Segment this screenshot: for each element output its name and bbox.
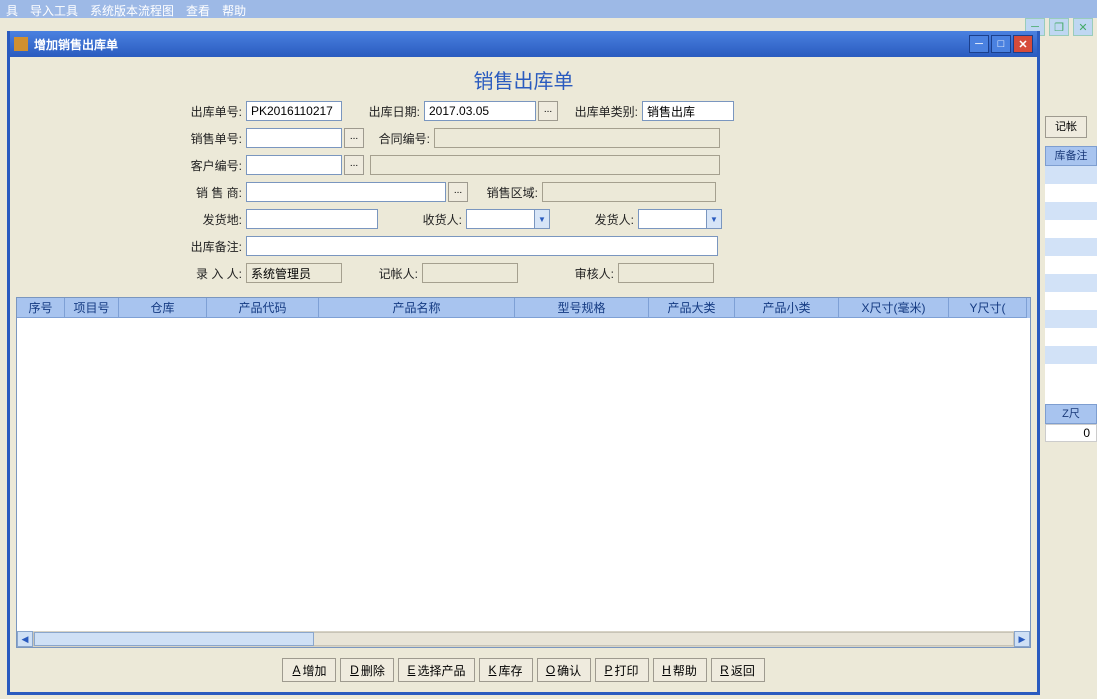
menu-item[interactable]: 导入工具 <box>30 2 78 16</box>
sender-input[interactable] <box>638 209 706 229</box>
footer-button-e[interactable]: E 选择产品 <box>398 658 474 682</box>
footer-button-d[interactable]: D 删除 <box>340 658 394 682</box>
footer-button-k[interactable]: K 库存 <box>479 658 533 682</box>
contract-label: 合同编号: <box>370 130 430 147</box>
sender-combo[interactable]: ▼ <box>638 209 722 229</box>
sale-no-label: 销售单号: <box>182 130 242 147</box>
out-no-label: 出库单号: <box>182 103 242 120</box>
auditor-field <box>618 263 714 283</box>
grid-header-cell[interactable]: Y尺寸( <box>949 298 1027 318</box>
contract-field <box>434 128 720 148</box>
menu-item[interactable]: 帮助 <box>222 2 246 16</box>
vendor-field[interactable] <box>246 182 446 202</box>
entry-user-label: 录 入 人: <box>182 265 242 282</box>
scroll-thumb[interactable] <box>34 632 314 646</box>
app-icon <box>14 37 28 51</box>
close-button[interactable]: ✕ <box>1013 35 1033 53</box>
background-panel: 记帐 库备注 Z尺 0 <box>1037 98 1097 639</box>
receiver-input[interactable] <box>466 209 534 229</box>
scroll-left-button[interactable]: ◀ <box>17 631 33 647</box>
footer-buttons: A 增加D 删除E 选择产品K 库存O 确认P 打印H 帮助R 返回 <box>16 648 1031 686</box>
menu-item[interactable]: 查看 <box>186 2 210 16</box>
grid-header-cell[interactable]: 型号规格 <box>515 298 649 318</box>
vendor-label: 销 售 商: <box>182 184 242 201</box>
date-picker-button[interactable]: ... <box>538 101 558 121</box>
cust-no-label: 客户编号: <box>182 157 242 174</box>
bg-header-cell: 库备注 <box>1045 146 1097 166</box>
footer-button-r[interactable]: R 返回 <box>711 658 765 682</box>
sales-region-field <box>542 182 716 202</box>
grid-header-cell[interactable]: 产品大类 <box>649 298 735 318</box>
bg-grid <box>1045 166 1097 439</box>
cust-no-lookup-button[interactable]: ... <box>344 155 364 175</box>
app-menubar: 具 导入工具 系统版本流程图 查看 帮助 <box>0 0 1097 18</box>
grid-header: 序号项目号仓库产品代码产品名称型号规格产品大类产品小类X尺寸(毫米)Y尺寸( <box>17 298 1030 318</box>
grid-header-cell[interactable]: 产品代码 <box>207 298 319 318</box>
accountant-field <box>422 263 518 283</box>
modal-title-text: 增加销售出库单 <box>34 36 118 53</box>
out-type-label: 出库单类别: <box>570 103 638 120</box>
footer-button-a[interactable]: A 增加 <box>282 658 336 682</box>
chevron-down-icon[interactable]: ▼ <box>706 209 722 229</box>
receiver-combo[interactable]: ▼ <box>466 209 550 229</box>
menu-item[interactable]: 系统版本流程图 <box>90 2 174 16</box>
accountant-label: 记帐人: <box>362 265 418 282</box>
bg-cell-zero: 0 <box>1045 424 1097 442</box>
sale-no-lookup-button[interactable]: ... <box>344 128 364 148</box>
grid-header-cell[interactable]: 仓库 <box>119 298 207 318</box>
grid-header-cell[interactable]: 序号 <box>17 298 65 318</box>
cust-name-field <box>370 155 720 175</box>
remark-label: 出库备注: <box>182 238 242 255</box>
modal-add-outbound: 增加销售出库单 ─ □ ✕ 销售出库单 出库单号: 出库日期: ... 出库单类… <box>7 31 1040 695</box>
sender-label: 发货人: <box>578 211 634 228</box>
scroll-track[interactable] <box>33 632 1014 646</box>
grid-header-cell[interactable]: 产品名称 <box>319 298 515 318</box>
ship-addr-field[interactable] <box>246 209 378 229</box>
outer-close-button[interactable]: ✕ <box>1073 18 1093 36</box>
cust-no-field[interactable] <box>246 155 342 175</box>
grid-header-cell[interactable]: 产品小类 <box>735 298 839 318</box>
footer-button-o[interactable]: O 确认 <box>537 658 591 682</box>
minimize-button[interactable]: ─ <box>969 35 989 53</box>
grid-header-cell[interactable]: X尺寸(毫米) <box>839 298 949 318</box>
sale-no-field[interactable] <box>246 128 342 148</box>
footer-button-h[interactable]: H 帮助 <box>653 658 707 682</box>
doc-title: 销售出库单 <box>16 65 1031 94</box>
footer-button-p[interactable]: P 打印 <box>595 658 649 682</box>
out-date-field[interactable] <box>424 101 536 121</box>
bg-button[interactable]: 记帐 <box>1045 116 1087 138</box>
remark-field[interactable] <box>246 236 718 256</box>
grid-header-cell[interactable]: 项目号 <box>65 298 119 318</box>
receiver-label: 收货人: <box>406 211 462 228</box>
chevron-down-icon[interactable]: ▼ <box>534 209 550 229</box>
grid-hscrollbar[interactable]: ◀ ▶ <box>17 631 1030 647</box>
auditor-label: 审核人: <box>558 265 614 282</box>
bg-header-cell-z: Z尺 <box>1045 404 1097 424</box>
maximize-button[interactable]: □ <box>991 35 1011 53</box>
ship-addr-label: 发货地: <box>182 211 242 228</box>
out-no-field[interactable] <box>246 101 342 121</box>
outer-restore-button[interactable]: ❐ <box>1049 18 1069 36</box>
sales-region-label: 销售区域: <box>478 184 538 201</box>
vendor-lookup-button[interactable]: ... <box>448 182 468 202</box>
form-area: 出库单号: 出库日期: ... 出库单类别: 销售单号: ... 合同编号: <box>16 100 1031 289</box>
modal-titlebar[interactable]: 增加销售出库单 ─ □ ✕ <box>10 31 1037 57</box>
out-type-field[interactable] <box>642 101 734 121</box>
product-grid: 序号项目号仓库产品代码产品名称型号规格产品大类产品小类X尺寸(毫米)Y尺寸( ◀… <box>16 297 1031 648</box>
grid-body[interactable] <box>17 318 1030 631</box>
entry-user-field <box>246 263 342 283</box>
out-date-label: 出库日期: <box>360 103 420 120</box>
menu-item[interactable]: 具 <box>6 2 18 16</box>
scroll-right-button[interactable]: ▶ <box>1014 631 1030 647</box>
